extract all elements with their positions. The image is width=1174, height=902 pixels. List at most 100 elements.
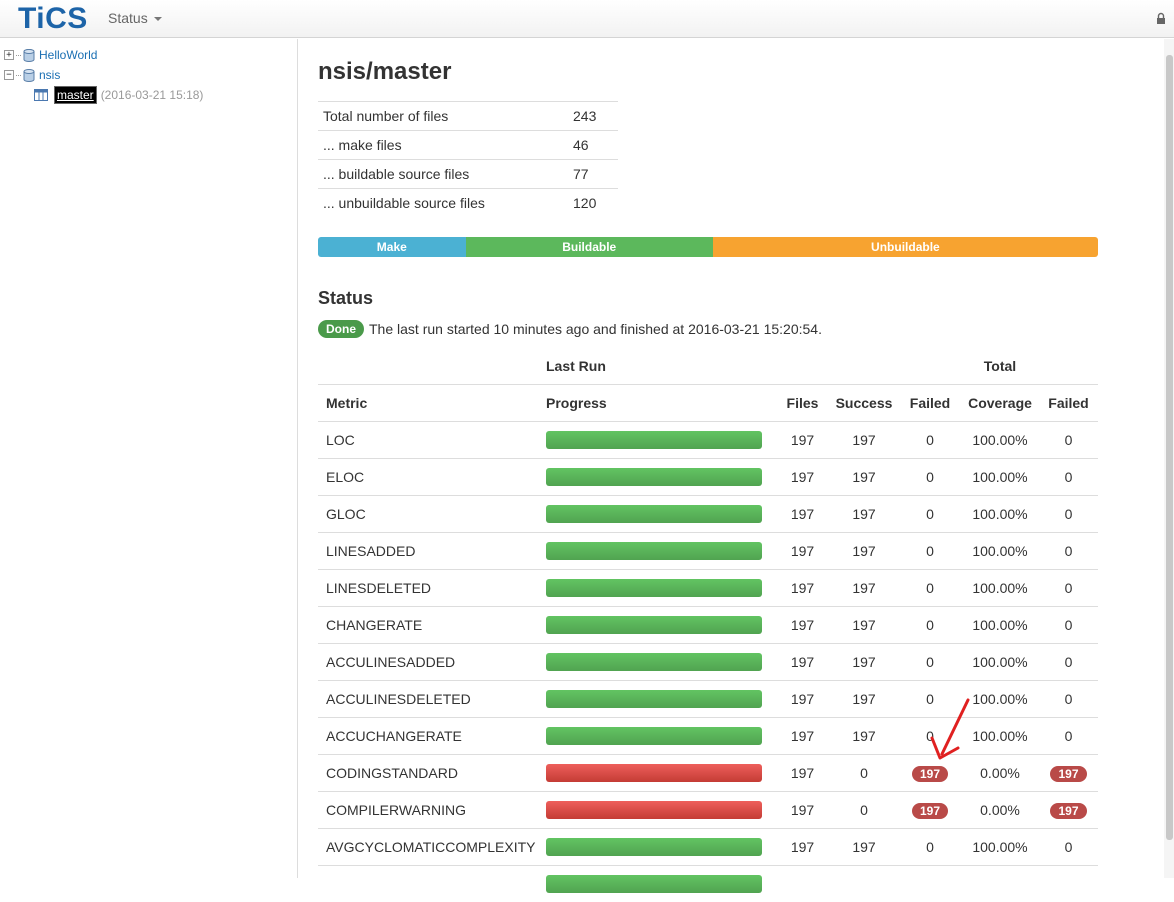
tree-item-master[interactable]: master (2016-03-21 15:18) <box>34 86 203 104</box>
metric-failed: 0 <box>926 469 934 485</box>
metric-coverage: 0.00% <box>961 755 1039 792</box>
file-stat-value: 243 <box>573 102 618 131</box>
metric-row: LOC1971970100.00%0 <box>318 422 1098 459</box>
tics-logo[interactable]: TiCS <box>18 2 88 36</box>
status-heading: Status <box>318 288 373 309</box>
tree-label-nsis[interactable]: nsis <box>39 68 60 82</box>
metric-progress-cell <box>546 422 776 459</box>
col-files: Files <box>776 385 829 422</box>
metric-total-failed-cell: 0 <box>1039 496 1098 533</box>
database-icon <box>23 69 35 82</box>
metric-row: ACCULINESDELETED1971970100.00%0 <box>318 681 1098 718</box>
metric-progress-cell <box>546 607 776 644</box>
metric-coverage: 100.00% <box>961 570 1039 607</box>
metric-row: CHANGERATE1971970100.00%0 <box>318 607 1098 644</box>
metric-coverage: 100.00% <box>961 533 1039 570</box>
metric-total-failed-cell: 0 <box>1039 681 1098 718</box>
metric-coverage: 100.00% <box>961 496 1039 533</box>
progress-bar <box>546 801 762 819</box>
metric-row <box>318 866 1098 902</box>
metric-failed-cell: 0 <box>899 459 961 496</box>
metric-failed-cell: 0 <box>899 829 961 866</box>
tree-item-nsis[interactable]: − nsis <box>4 68 60 82</box>
metric-row: AVGCYCLOMATICCOMPLEXITY1971970100.00%0 <box>318 829 1098 866</box>
column-header-row: Metric Progress Files Success Failed Cov… <box>318 385 1098 422</box>
metric-total-failed-cell: 0 <box>1039 422 1098 459</box>
tree-label-master[interactable]: master <box>54 86 97 104</box>
metric-total-failed: 0 <box>1065 432 1073 448</box>
group-header-row: Last Run Total <box>318 348 1098 385</box>
lock-icon[interactable] <box>1156 12 1166 25</box>
metric-coverage: 100.00% <box>961 459 1039 496</box>
file-stat-label: ... make files <box>318 131 573 160</box>
col-success: Success <box>829 385 899 422</box>
metric-total-failed: 0 <box>1065 654 1073 670</box>
metric-coverage: 100.00% <box>961 681 1039 718</box>
metric-files: 197 <box>776 422 829 459</box>
metric-failed-cell: 0 <box>899 607 961 644</box>
file-stat-row: Total number of files243 <box>318 102 618 131</box>
scrollbar-thumb[interactable] <box>1166 55 1173 840</box>
metric-failed-cell: 0 <box>899 718 961 755</box>
metric-failed-cell: 0 <box>899 681 961 718</box>
metric-failed: 0 <box>926 506 934 522</box>
file-stat-value: 46 <box>573 131 618 160</box>
metric-name: CHANGERATE <box>318 607 546 644</box>
metric-failed: 0 <box>926 654 934 670</box>
total-failed-badge: 197 <box>1050 766 1086 782</box>
metric-progress-cell <box>546 533 776 570</box>
metric-total-failed: 0 <box>1065 839 1073 855</box>
group-total: Total <box>961 348 1039 385</box>
metric-total-failed: 0 <box>1065 543 1073 559</box>
tree-label-helloworld[interactable]: HelloWorld <box>39 48 97 62</box>
status-menu[interactable]: Status <box>108 10 162 26</box>
col-metric: Metric <box>318 385 546 422</box>
metric-total-failed: 0 <box>1065 469 1073 485</box>
metric-name: AVGCYCLOMATICCOMPLEXITY <box>318 829 546 866</box>
metric-name: LOC <box>318 422 546 459</box>
metric-total-failed: 0 <box>1065 506 1073 522</box>
metric-failed-cell: 0 <box>899 570 961 607</box>
col-progress: Progress <box>546 385 776 422</box>
metric-success: 197 <box>829 496 899 533</box>
metric-name <box>318 866 546 902</box>
metric-files: 197 <box>776 533 829 570</box>
progress-bar <box>546 764 762 782</box>
metric-row: ELOC1971970100.00%0 <box>318 459 1098 496</box>
collapse-icon[interactable]: − <box>4 70 14 80</box>
metric-progress-cell <box>546 718 776 755</box>
tree-connector <box>16 55 21 56</box>
expand-icon[interactable]: + <box>4 50 14 60</box>
page-title: nsis/master <box>318 58 451 86</box>
database-icon <box>23 49 35 62</box>
metric-progress-cell <box>546 496 776 533</box>
metric-success: 197 <box>829 644 899 681</box>
failed-badge: 197 <box>912 766 948 782</box>
file-stat-row: ... buildable source files77 <box>318 160 618 189</box>
metric-failed: 0 <box>926 617 934 633</box>
metric-progress-cell <box>546 644 776 681</box>
metric-success <box>829 866 899 902</box>
tree-item-helloworld[interactable]: + HelloWorld <box>4 48 97 62</box>
metric-success: 197 <box>829 533 899 570</box>
project-tree-sidebar: + HelloWorld − nsis master (2016-03-21 1… <box>0 39 298 878</box>
metric-failed: 0 <box>926 728 934 744</box>
metric-coverage: 100.00% <box>961 422 1039 459</box>
metric-success: 0 <box>829 792 899 829</box>
file-stat-label: ... buildable source files <box>318 160 573 189</box>
metric-total-failed-cell: 0 <box>1039 533 1098 570</box>
group-last-run: Last Run <box>546 348 776 385</box>
metric-name: COMPILERWARNING <box>318 792 546 829</box>
metric-row: GLOC1971970100.00%0 <box>318 496 1098 533</box>
metric-coverage: 100.00% <box>961 607 1039 644</box>
metric-files: 197 <box>776 718 829 755</box>
progress-bar <box>546 468 762 486</box>
metric-failed: 0 <box>926 839 934 855</box>
caret-down-icon <box>154 17 162 21</box>
col-failed: Failed <box>899 385 961 422</box>
metric-progress-cell <box>546 570 776 607</box>
metric-name: ACCULINESDELETED <box>318 681 546 718</box>
file-stat-value: 77 <box>573 160 618 189</box>
metric-files: 197 <box>776 459 829 496</box>
metric-failed-cell: 0 <box>899 644 961 681</box>
